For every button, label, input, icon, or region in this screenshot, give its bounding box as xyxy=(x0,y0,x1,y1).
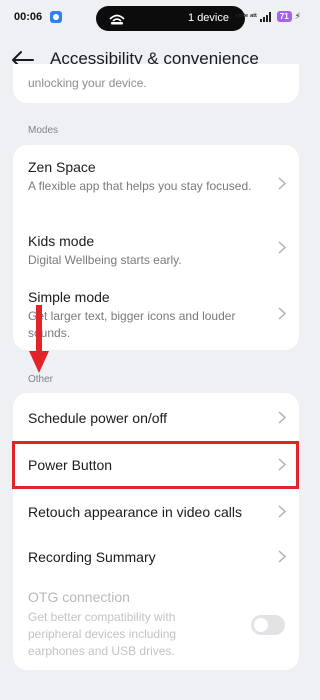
list-item-simple-mode[interactable]: Simple mode Get larger text, bigger icon… xyxy=(13,275,299,350)
island-label: 1 device xyxy=(188,12,229,24)
signal-bars-icon xyxy=(259,11,271,22)
section-label-modes: Modes xyxy=(28,125,59,136)
partial-subtitle: unlocking your device. xyxy=(28,76,147,90)
row-subtitle: Get larger text, bigger icons and louder… xyxy=(28,309,236,340)
arrow-down-icon xyxy=(29,305,49,373)
status-indicators: ᵛᵒˡᵗᵉ ᵃᵗᵗ 71 ⚡ xyxy=(236,11,301,22)
chevron-right-icon xyxy=(278,241,286,254)
charging-icon: ⚡ xyxy=(294,11,301,21)
row-subtitle: A flexible app that helps you stay focus… xyxy=(28,179,252,193)
row-title: Kids mode xyxy=(28,233,95,249)
row-title: Schedule power on/off xyxy=(28,410,168,426)
list-item-recording-summary[interactable]: Recording Summary xyxy=(13,534,299,580)
row-subtitle: Digital Wellbeing starts early. xyxy=(28,253,182,267)
battery-level: 71 xyxy=(276,11,292,22)
chevron-right-icon xyxy=(278,411,286,424)
top-partial-card: unlocking your device. xyxy=(13,64,299,103)
highlight-box xyxy=(12,441,299,489)
other-card: Schedule power on/off Power Button Retou… xyxy=(13,393,299,670)
notification-app-icon xyxy=(50,11,62,23)
list-item-zen-space[interactable]: Zen Space A flexible app that helps you … xyxy=(13,145,299,219)
status-bar: 00:06 1 device ᵛᵒˡᵗᵉ ᵃᵗᵗ 71 ⚡ xyxy=(0,0,313,36)
list-item-kids-mode[interactable]: Kids mode Digital Wellbeing starts early… xyxy=(13,219,299,275)
chevron-right-icon xyxy=(278,505,286,518)
row-title: Zen Space xyxy=(28,159,96,175)
list-item-schedule-power[interactable]: Schedule power on/off xyxy=(13,393,299,440)
row-title: Simple mode xyxy=(28,289,110,305)
row-title: OTG connection xyxy=(28,589,130,605)
chevron-right-icon xyxy=(278,177,286,190)
hotspot-icon xyxy=(109,14,125,25)
row-title: Retouch appearance in video calls xyxy=(28,504,243,520)
chevron-right-icon xyxy=(278,550,286,563)
chevron-right-icon xyxy=(278,307,286,320)
section-label-other: Other xyxy=(28,374,54,385)
row-subtitle: Get better compatibility with peripheral… xyxy=(28,610,177,658)
list-item-otg-connection[interactable]: OTG connection Get better compatibility … xyxy=(13,580,299,670)
list-item-retouch-appearance[interactable]: Retouch appearance in video calls xyxy=(13,488,299,534)
signal-icon: ᵛᵒˡᵗᵉ ᵃᵗᵗ xyxy=(235,12,257,21)
status-time: 00:06 xyxy=(14,11,43,23)
modes-card: Zen Space A flexible app that helps you … xyxy=(13,145,299,350)
row-title: Recording Summary xyxy=(28,549,156,565)
dynamic-island[interactable]: 1 device xyxy=(96,6,245,31)
otg-toggle[interactable] xyxy=(251,615,285,635)
